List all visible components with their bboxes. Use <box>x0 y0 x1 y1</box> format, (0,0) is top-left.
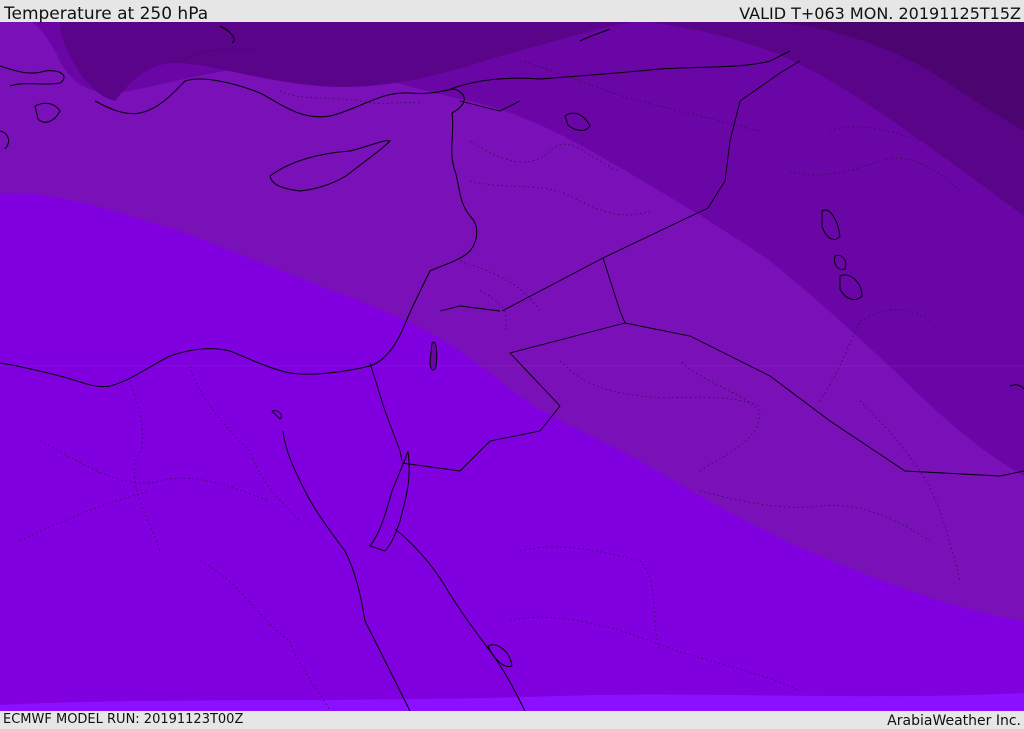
map-title: Temperature at 250 hPa <box>4 4 209 24</box>
credit: ArabiaWeather Inc. <box>887 713 1021 729</box>
map-page: Temperature at 250 hPa VALID T+063 MON. … <box>0 0 1024 729</box>
temperature-map <box>0 21 1024 711</box>
valid-time: VALID T+063 MON. 20191125T15Z <box>739 4 1021 23</box>
map-canvas <box>0 21 1024 711</box>
model-run: ECMWF MODEL RUN: 20191123T00Z <box>3 712 244 727</box>
